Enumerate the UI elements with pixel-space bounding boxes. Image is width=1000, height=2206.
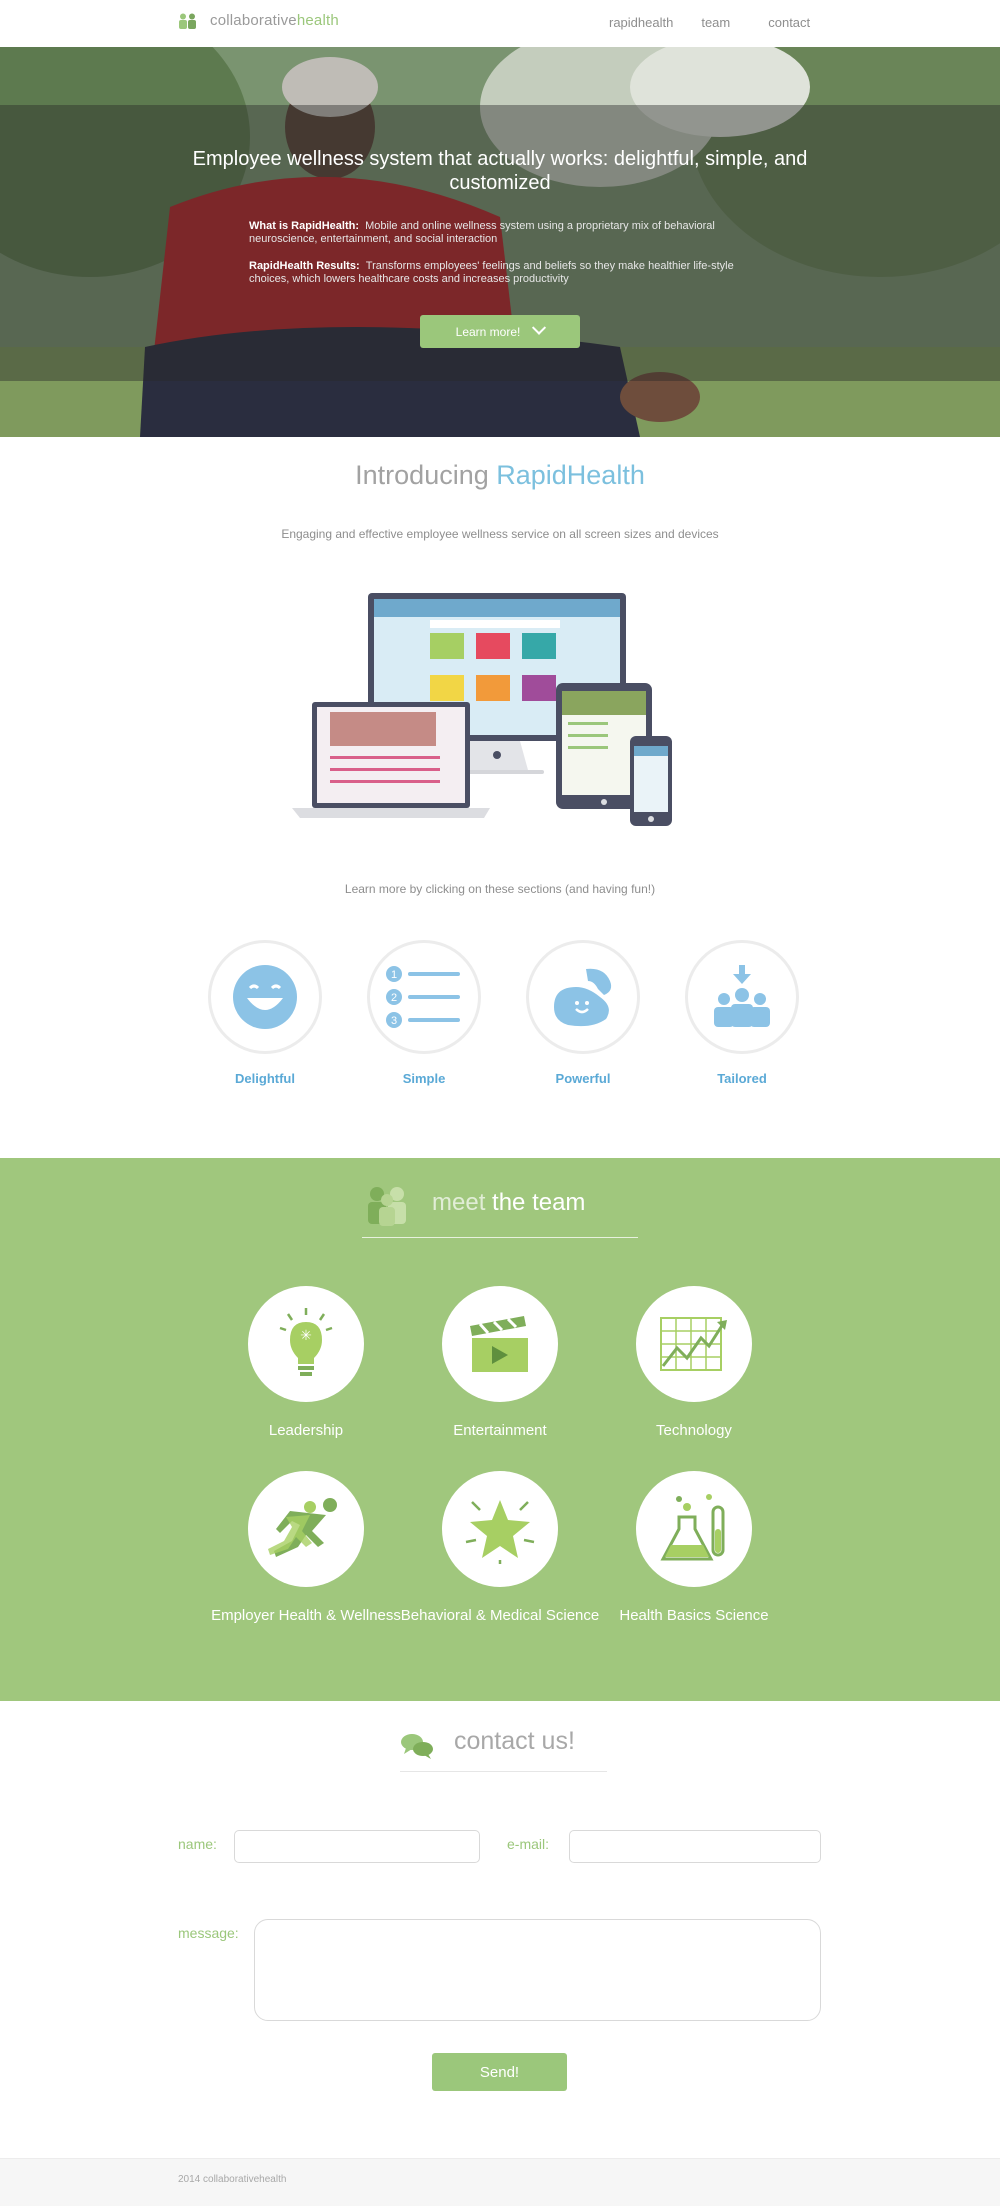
hero-title: Employee wellness system that actually w… [192,148,808,194]
member-label: Technology [656,1422,732,1439]
member-circle [636,1286,752,1402]
footer: 2014 collaborativehealth [0,2158,1000,2206]
feature-powerful[interactable]: Powerful [523,940,643,1086]
contact-title: contact us! [454,1727,575,1755]
send-button[interactable]: Send! [432,2053,567,2091]
running-person-icon [268,1498,337,1557]
lab-flask-icon [660,1494,725,1561]
team-employer-health[interactable]: Employer Health & Wellness [206,1471,406,1626]
feature-label: Powerful [555,1071,611,1086]
message-label: message: [178,1925,239,1941]
team-title: meet the team [432,1189,586,1216]
name-label: name: [178,1836,217,1852]
feature-label: Tailored [717,1071,767,1086]
chat-bubbles-icon [401,1734,433,1759]
learn-more-button[interactable]: Learn more! [420,315,580,348]
member-label: Entertainment [453,1422,547,1439]
svg-text:1: 1 [391,969,397,981]
svg-text:✳: ✳ [300,1328,312,1344]
feature-label: Delightful [235,1071,295,1086]
nav-link-rapidhealth[interactable]: rapidhealth [609,15,673,30]
hero-section: Employee wellness system that actually w… [0,47,1000,437]
svg-text:2: 2 [391,992,397,1004]
feature-label: Simple [402,1071,446,1086]
team-health-basics[interactable]: Health Basics Science [594,1471,794,1626]
nav-link-contact[interactable]: contact [768,15,810,30]
svg-text:3: 3 [391,1015,397,1027]
hero-description-results: RapidHealth Results: Transforms employee… [249,260,734,285]
feature-delightful[interactable]: Delightful [205,940,325,1086]
lightbulb-icon: ✳ [279,1308,333,1376]
growth-chart-icon [660,1317,727,1371]
team-entertainment[interactable]: Entertainment [400,1286,600,1441]
intro-subtitle: Engaging and effective employee wellness… [281,527,719,541]
top-nav: collaborativehealth rapidhealth team con… [0,0,1000,47]
feature-circle [685,940,799,1054]
intro-title: Introducing RapidHealth [355,460,645,490]
star-icon [465,1500,535,1564]
member-label: Behavioral & Medical Science [400,1607,600,1624]
team-divider [362,1237,638,1238]
email-input[interactable] [569,1830,821,1863]
email-label: e-mail: [507,1836,550,1852]
flexed-arm-icon [554,968,612,1027]
clapperboard-icon [470,1316,528,1372]
member-label: Health Basics Science [619,1607,769,1624]
feature-tailored[interactable]: Tailored [682,940,802,1086]
team-technology[interactable]: Technology [594,1286,794,1441]
message-textarea[interactable] [254,1919,821,2021]
team-people-icon [368,1187,406,1226]
feature-circle [208,940,322,1054]
name-input[interactable] [234,1830,480,1863]
nav-link-team[interactable]: team [701,15,730,30]
logo-text: collaborativehealth [210,12,339,29]
team-behavioral-science[interactable]: Behavioral & Medical Science [400,1471,600,1626]
hero-description-what: What is RapidHealth: Mobile and online w… [249,220,715,245]
devices-illustration [292,593,672,826]
member-label: Employer Health & Wellness [211,1607,401,1624]
member-circle [636,1471,752,1587]
numbered-list-icon: 1 2 3 [386,966,460,1028]
footer-copyright: 2014 collaborativehealth [178,2174,287,2185]
member-circle [442,1286,558,1402]
feature-simple[interactable]: 1 2 3 Simple [364,940,484,1086]
learn-more-text: Learn more by clicking on these sections… [344,882,656,896]
feature-circle: 1 2 3 [367,940,481,1054]
member-circle [442,1471,558,1587]
people-logo-icon [179,13,196,29]
feature-list: Delightful 1 2 3 Simple Powerful Tailore… [205,940,805,1090]
group-people-icon [714,965,770,1027]
chevron-down-icon [532,320,547,335]
feature-circle [526,940,640,1054]
smiley-face-icon [233,965,297,1029]
team-leadership[interactable]: ✳ Leadership [206,1286,406,1441]
member-label: Leadership [268,1422,344,1439]
contact-divider [400,1771,607,1772]
member-circle [248,1471,364,1587]
team-section: meet the team ✳ Leadership Entertainment… [0,1158,1000,1701]
logo[interactable]: collaborativehealth [178,12,339,29]
member-circle: ✳ [248,1286,364,1402]
